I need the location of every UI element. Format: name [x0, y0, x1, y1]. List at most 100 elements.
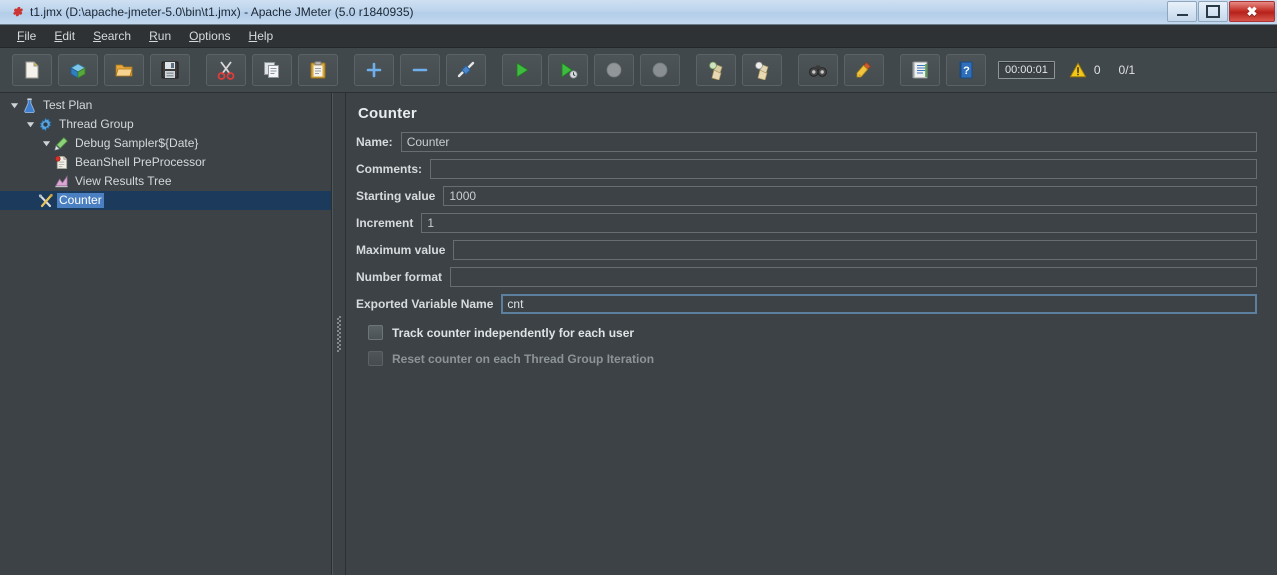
maximum-value-input[interactable] [453, 240, 1257, 260]
minimize-button[interactable] [1167, 1, 1197, 22]
menu-file[interactable]: File [8, 27, 45, 45]
menu-options[interactable]: Options [180, 27, 239, 45]
menu-search[interactable]: Search [84, 27, 140, 45]
menu-help[interactable]: Help [240, 27, 283, 45]
counter-icon [37, 193, 54, 209]
tree-node-label: Debug Sampler${Date} [75, 136, 199, 150]
test-plan-tree: Test Plan Thread Group Debug Sampler${Da… [0, 93, 331, 210]
number-format-input[interactable] [450, 267, 1257, 287]
reset-search-icon [856, 62, 871, 78]
field-row-number-format: Number format [356, 267, 1257, 287]
window-controls: ✖ [1167, 1, 1275, 22]
twisty-expanded-icon[interactable] [40, 137, 53, 150]
shutdown-button[interactable] [640, 54, 680, 86]
open-icon [115, 64, 133, 77]
search-button[interactable] [798, 54, 838, 86]
field-row-starting-value: Starting value [356, 186, 1257, 206]
clear-all-icon [755, 61, 769, 80]
menu-run[interactable]: Run [140, 27, 180, 45]
toggle-button[interactable] [446, 54, 486, 86]
templates-button[interactable] [58, 54, 98, 86]
open-button[interactable] [104, 54, 144, 86]
function-helper-button[interactable] [900, 54, 940, 86]
stop-icon [606, 62, 622, 78]
splitter-grip[interactable] [337, 316, 341, 352]
paste-icon [310, 61, 326, 79]
cut-icon [217, 61, 235, 80]
tree-node-test-plan[interactable]: Test Plan [0, 96, 331, 115]
starting-value-label: Starting value [356, 189, 436, 203]
twisty-expanded-icon[interactable] [8, 99, 21, 112]
clear-button[interactable] [696, 54, 736, 86]
toggle-icon [457, 61, 475, 78]
comments-input[interactable] [430, 159, 1257, 179]
reset-search-button[interactable] [844, 54, 884, 86]
field-row-exported-variable-name: Exported Variable Name [356, 294, 1257, 314]
starting-value-input[interactable] [443, 186, 1257, 206]
function-helper-icon [912, 61, 928, 79]
twisty-expanded-icon[interactable] [24, 118, 37, 131]
maximum-value-label: Maximum value [356, 243, 446, 257]
tree-node-view-results-tree[interactable]: View Results Tree [0, 172, 331, 191]
pane-splitter[interactable] [332, 93, 346, 575]
help-icon: ? [959, 61, 973, 79]
start-button[interactable] [502, 54, 542, 86]
name-input[interactable] [400, 132, 1257, 152]
exported-variable-name-input[interactable] [501, 294, 1257, 314]
thread-group-icon [37, 117, 54, 133]
field-row-increment: Increment [356, 213, 1257, 233]
help-button[interactable]: ? [946, 54, 986, 86]
window-title: t1.jmx (D:\apache-jmeter-5.0\bin\t1.jmx)… [30, 5, 414, 19]
start-no-pauses-button[interactable] [548, 54, 588, 86]
comments-label: Comments: [356, 162, 423, 176]
svg-text:?: ? [963, 65, 970, 77]
menu-edit[interactable]: Edit [45, 27, 84, 45]
exported-variable-name-label: Exported Variable Name [356, 297, 494, 311]
main-content: Test Plan Thread Group Debug Sampler${Da… [0, 93, 1277, 575]
tree-node-label: Counter [57, 193, 104, 208]
tree-node-debug-sampler[interactable]: Debug Sampler${Date} [0, 134, 331, 153]
checkbox-row-reset-counter: Reset counter on each Thread Group Itera… [368, 351, 1257, 366]
jmeter-feather-icon: ✽ [11, 5, 25, 19]
paste-button[interactable] [298, 54, 338, 86]
page-title: Counter [358, 105, 417, 122]
tree-node-counter[interactable]: Counter [0, 191, 331, 210]
field-row-maximum-value: Maximum value [356, 240, 1257, 260]
save-button[interactable] [150, 54, 190, 86]
checkbox-row-track-counter[interactable]: Track counter independently for each use… [368, 325, 1257, 340]
expand-all-button[interactable] [354, 54, 394, 86]
warning-indicator[interactable]: 0 [1069, 61, 1101, 79]
collapse-all-icon [412, 68, 428, 72]
search-icon [809, 65, 827, 77]
track-counter-label: Track counter independently for each use… [392, 325, 635, 340]
cut-button[interactable] [206, 54, 246, 86]
increment-input[interactable] [421, 213, 1257, 233]
name-label: Name: [356, 135, 393, 149]
collapse-all-button[interactable] [400, 54, 440, 86]
start-icon [516, 62, 529, 78]
field-row-comments: Comments: [356, 159, 1257, 179]
thread-counter: 0/1 [1118, 63, 1136, 77]
tree-node-thread-group[interactable]: Thread Group [0, 115, 331, 134]
copy-button[interactable] [252, 54, 292, 86]
warning-count: 0 [1093, 63, 1101, 77]
close-button[interactable]: ✖ [1229, 1, 1275, 22]
elapsed-timer: 00:00:01 [998, 61, 1055, 79]
clear-icon [709, 61, 723, 80]
track-counter-checkbox[interactable] [368, 325, 383, 340]
save-icon [161, 61, 179, 79]
tree-node-label: BeanShell PreProcessor [75, 155, 206, 169]
menu-run-label: un [157, 29, 172, 43]
warning-icon [1069, 62, 1087, 78]
new-test-plan-button[interactable] [12, 54, 52, 86]
clear-all-button[interactable] [742, 54, 782, 86]
test-plan-tree-pane: Test Plan Thread Group Debug Sampler${Da… [0, 93, 332, 575]
maximize-button[interactable] [1198, 1, 1228, 22]
number-format-label: Number format [356, 270, 443, 284]
copy-icon [264, 62, 279, 78]
tree-node-label: Test Plan [43, 98, 93, 112]
menu-bar: File Edit Search Run Options Help [0, 25, 1277, 48]
stop-button[interactable] [594, 54, 634, 86]
tree-node-beanshell-preprocessor[interactable]: BeanShell PreProcessor [0, 153, 331, 172]
debug-sampler-icon [53, 136, 70, 152]
